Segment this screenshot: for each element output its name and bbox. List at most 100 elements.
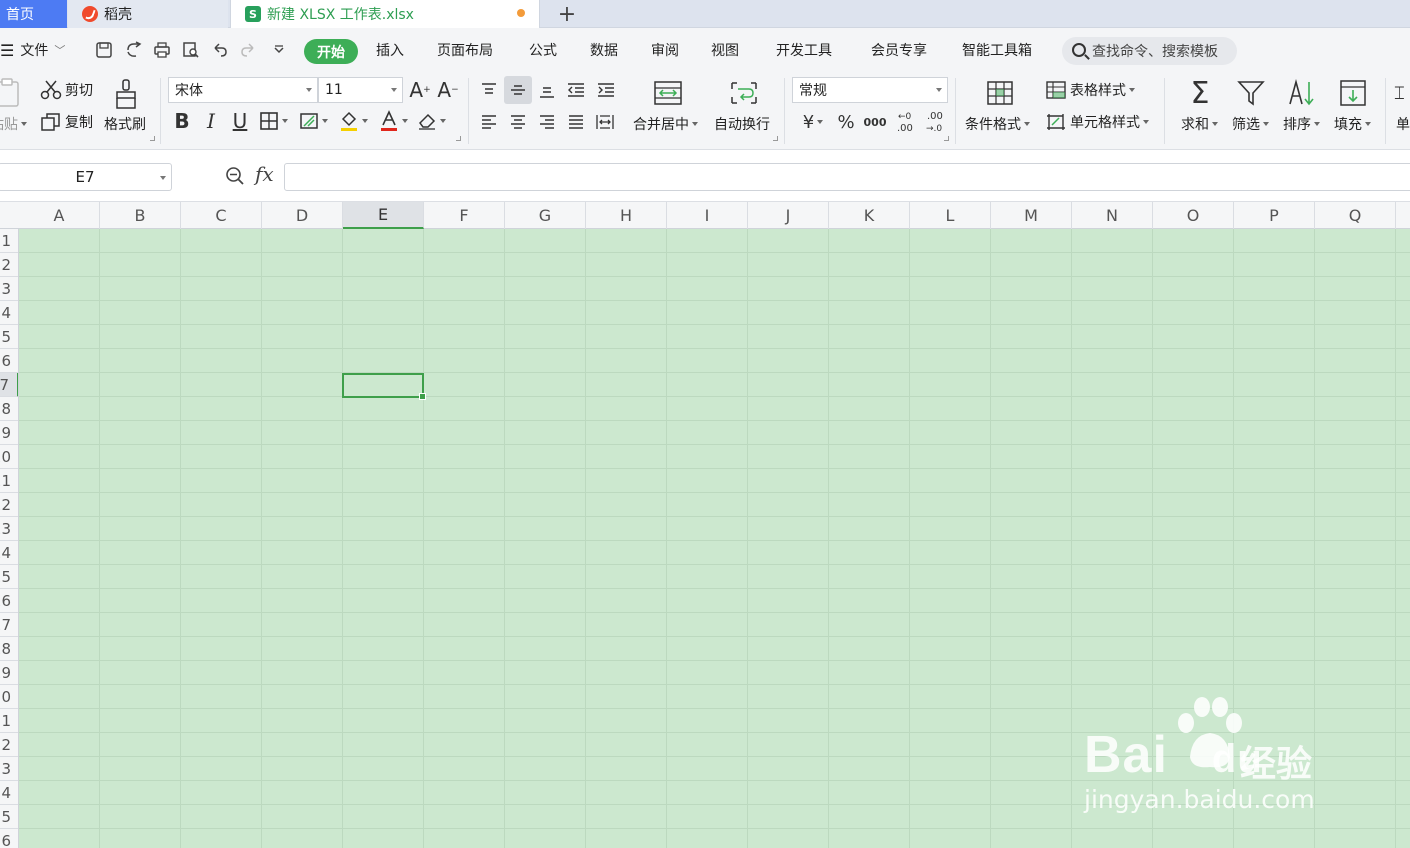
menu-review[interactable]: 审阅 (651, 28, 679, 72)
decrease-indent-icon[interactable] (564, 78, 588, 102)
menu-data[interactable]: 数据 (590, 28, 618, 72)
format-painter-icon[interactable] (112, 78, 140, 110)
column-header-k[interactable]: K (829, 202, 910, 229)
merge-center-button[interactable]: 合并居中 (633, 114, 698, 134)
file-menu[interactable]: ☰ 文件 ﹀ (0, 28, 65, 72)
column-header-m[interactable]: M (991, 202, 1072, 229)
undo-icon[interactable] (210, 40, 230, 60)
menu-member[interactable]: 会员专享 (871, 28, 927, 72)
conditional-format-button[interactable]: 条件格式 (965, 114, 1030, 134)
italic-button[interactable]: I (199, 109, 223, 133)
menu-formula[interactable]: 公式 (529, 28, 557, 72)
column-header-p[interactable]: P (1234, 202, 1315, 229)
insert-function-icon[interactable]: fx (255, 162, 274, 186)
row-header-20[interactable]: 20 (0, 685, 18, 709)
sort-button[interactable]: 排序 (1283, 114, 1320, 134)
fill-button[interactable]: 填充 (1334, 114, 1371, 134)
column-header-q[interactable]: Q (1315, 202, 1396, 229)
align-top-icon[interactable] (478, 78, 500, 102)
row-header-15[interactable]: 15 (0, 565, 18, 589)
new-tab-button[interactable]: + (552, 0, 582, 28)
fill-color-button[interactable] (336, 109, 370, 133)
font-name-select[interactable]: 宋体 (168, 77, 318, 103)
row-header-3[interactable]: 3 (0, 277, 18, 301)
thousands-button[interactable]: 000 (862, 110, 888, 134)
formula-input[interactable] (284, 163, 1410, 191)
percent-button[interactable]: % (834, 110, 858, 134)
active-cell-selection[interactable] (342, 373, 426, 400)
column-header-j[interactable]: J (748, 202, 829, 229)
customize-toolbar-icon[interactable] (269, 40, 289, 60)
column-header-b[interactable]: B (100, 202, 181, 229)
column-header-g[interactable]: G (505, 202, 586, 229)
distributed-align-icon[interactable] (594, 110, 616, 134)
tab-document[interactable]: S 新建 XLSX 工作表.xlsx (230, 0, 540, 28)
decrease-decimal-icon[interactable]: .00 →.0 (922, 108, 948, 136)
wrap-text-button[interactable]: 自动换行 (714, 114, 770, 134)
underline-button[interactable]: U (228, 109, 252, 133)
paste-icon[interactable] (0, 78, 26, 108)
zoom-icon[interactable] (225, 166, 245, 186)
alignment-group-launcher-icon[interactable] (773, 136, 778, 141)
row-header-25[interactable]: 25 (0, 805, 18, 829)
row-header-12[interactable]: 12 (0, 493, 18, 517)
cut-button[interactable]: 剪切 (40, 80, 93, 100)
row-header-18[interactable]: 18 (0, 637, 18, 661)
column-header-f[interactable]: F (424, 202, 505, 229)
number-group-launcher-icon[interactable] (944, 136, 949, 141)
align-middle-icon[interactable] (504, 76, 532, 104)
align-right-icon[interactable] (536, 110, 558, 134)
row-header-9[interactable]: 9 (0, 421, 18, 445)
tab-daoke[interactable]: 稻壳 (68, 0, 228, 28)
row-header-19[interactable]: 19 (0, 661, 18, 685)
cell-menu-button[interactable]: 单 (1396, 114, 1410, 134)
border-button[interactable] (256, 109, 290, 133)
menu-page-layout[interactable]: 页面布局 (437, 28, 493, 72)
decrease-font-icon[interactable]: A − (436, 78, 460, 102)
row-header-8[interactable]: 8 (0, 397, 18, 421)
column-header-l[interactable]: L (910, 202, 991, 229)
menu-start[interactable]: 开始 (304, 39, 358, 64)
menu-developer[interactable]: 开发工具 (776, 28, 832, 72)
increase-indent-icon[interactable] (594, 78, 618, 102)
font-size-select[interactable]: 11 (318, 77, 403, 103)
row-header-11[interactable]: 11 (0, 469, 18, 493)
row-header-26[interactable]: 26 (0, 829, 18, 848)
row-header-4[interactable]: 4 (0, 301, 18, 325)
format-painter-button[interactable]: 格式刷 (104, 114, 146, 134)
column-header-a[interactable]: A (19, 202, 100, 229)
redo-icon[interactable] (238, 40, 258, 60)
font-color-button[interactable] (376, 109, 410, 133)
column-header-c[interactable]: C (181, 202, 262, 229)
font-group-launcher-icon[interactable] (456, 136, 461, 141)
sum-button[interactable]: 求和 (1181, 114, 1218, 134)
increase-decimal-icon[interactable]: ←0.00 (892, 108, 918, 136)
paste-button[interactable]: 粘贴 (0, 114, 27, 134)
row-header-23[interactable]: 23 (0, 757, 18, 781)
column-header-i[interactable]: I (667, 202, 748, 229)
column-header-o[interactable]: O (1153, 202, 1234, 229)
tab-home[interactable]: 首页 (0, 0, 67, 28)
row-header-1[interactable]: 1 (0, 229, 18, 253)
column-header-n[interactable]: N (1072, 202, 1153, 229)
increase-font-icon[interactable]: A + (408, 78, 432, 102)
row-header-5[interactable]: 5 (0, 325, 18, 349)
row-header-13[interactable]: 13 (0, 517, 18, 541)
row-header-16[interactable]: 16 (0, 589, 18, 613)
column-header-e[interactable]: E (343, 202, 424, 229)
bold-button[interactable]: B (170, 109, 194, 133)
align-bottom-icon[interactable] (536, 78, 558, 102)
table-style-button[interactable]: 表格样式 (1045, 80, 1135, 100)
row-header-24[interactable]: 24 (0, 781, 18, 805)
row-header-10[interactable]: 10 (0, 445, 18, 469)
filter-button[interactable]: 筛选 (1232, 114, 1269, 134)
cell-fill-pattern-button[interactable] (296, 109, 330, 133)
clear-format-button[interactable] (414, 109, 448, 133)
column-header-h[interactable]: H (586, 202, 667, 229)
cell-style-button[interactable]: 单元格样式 (1045, 112, 1149, 132)
row-header-2[interactable]: 2 (0, 253, 18, 277)
copy-button[interactable]: 复制 (40, 112, 93, 132)
save-icon[interactable] (94, 40, 114, 60)
column-header-d[interactable]: D (262, 202, 343, 229)
row-header-14[interactable]: 14 (0, 541, 18, 565)
